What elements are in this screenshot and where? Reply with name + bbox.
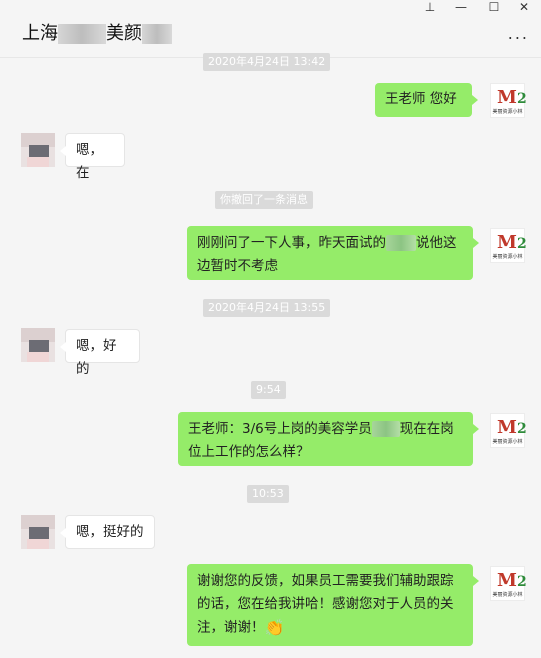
close-icon[interactable]: ✕ bbox=[514, 0, 534, 14]
logo-caption: 美丽资源小林 bbox=[492, 439, 523, 445]
timestamp: 2020年4月24日 13:42 bbox=[203, 53, 331, 71]
clap-emoji-icon: 👏 bbox=[264, 618, 285, 637]
redacted-name bbox=[386, 235, 416, 251]
pin-icon[interactable]: ⊥ bbox=[420, 0, 440, 14]
timestamp: 9:54 bbox=[251, 381, 286, 399]
more-options-icon[interactable]: ... bbox=[508, 24, 529, 43]
message-bubble-incoming[interactable]: 嗯，好的 bbox=[60, 329, 140, 377]
message-bubble-outgoing[interactable]: 王老师：3/6号上岗的美容学员 现在在岗位上工作的怎么样？ bbox=[178, 412, 479, 466]
avatar-self[interactable]: M2 美丽资源小林 bbox=[490, 83, 527, 118]
logo-icon: M2 bbox=[497, 87, 527, 108]
message-bubble-outgoing[interactable]: 谢谢您的反馈，如果员工需要我们辅助跟踪的话，您在给我讲哈！感谢您对于人员的关注，… bbox=[187, 564, 479, 646]
avatar-self[interactable]: M2 美丽资源小林 bbox=[490, 413, 527, 448]
system-notice: 你撤回了一条消息 bbox=[215, 191, 313, 209]
message-bubble-incoming[interactable]: 嗯，挺好的 bbox=[60, 515, 155, 549]
message-bubble-outgoing[interactable]: 王老师 您好 bbox=[375, 83, 478, 117]
logo-icon: M2 bbox=[497, 232, 527, 253]
chat-title-middle: 美颜 bbox=[106, 23, 142, 44]
avatar-self[interactable]: M2 美丽资源小林 bbox=[490, 566, 527, 601]
window-titlebar: 上海 美颜 ⊥ — ☐ ✕ ... bbox=[0, 0, 541, 58]
redacted-name bbox=[371, 421, 400, 437]
avatar-self[interactable]: M2 美丽资源小林 bbox=[490, 228, 527, 263]
message-text: 刚刚问了一下人事，昨天面试的 bbox=[197, 235, 386, 251]
timestamp: 2020年4月24日 13:55 bbox=[203, 299, 331, 317]
logo-icon: M2 bbox=[497, 570, 527, 591]
logo-caption: 美丽资源小林 bbox=[492, 592, 523, 598]
minimize-icon[interactable]: — bbox=[451, 0, 471, 14]
chat-title-prefix: 上海 bbox=[22, 23, 58, 44]
avatar-contact[interactable] bbox=[21, 328, 55, 362]
redacted-title-part bbox=[58, 24, 106, 44]
logo-caption: 美丽资源小林 bbox=[492, 109, 523, 115]
logo-icon: M2 bbox=[497, 417, 527, 438]
maximize-icon[interactable]: ☐ bbox=[484, 0, 504, 14]
message-text: 王老师：3/6号上岗的美容学员 bbox=[188, 421, 372, 437]
avatar-contact[interactable] bbox=[21, 133, 55, 167]
redacted-title-part bbox=[142, 24, 172, 44]
logo-caption: 美丽资源小林 bbox=[492, 254, 523, 260]
timestamp: 10:53 bbox=[247, 485, 289, 503]
message-bubble-incoming[interactable]: 嗯，在 bbox=[60, 133, 125, 181]
chat-title: 上海 美颜 bbox=[22, 19, 172, 45]
message-text: 谢谢您的反馈，如果员工需要我们辅助跟踪的话，您在给我讲哈！感谢您对于人员的关注，… bbox=[197, 573, 454, 636]
message-bubble-outgoing[interactable]: 刚刚问了一下人事，昨天面试的 说他这边暂时不考虑 bbox=[187, 226, 479, 280]
avatar-contact[interactable] bbox=[21, 515, 55, 549]
